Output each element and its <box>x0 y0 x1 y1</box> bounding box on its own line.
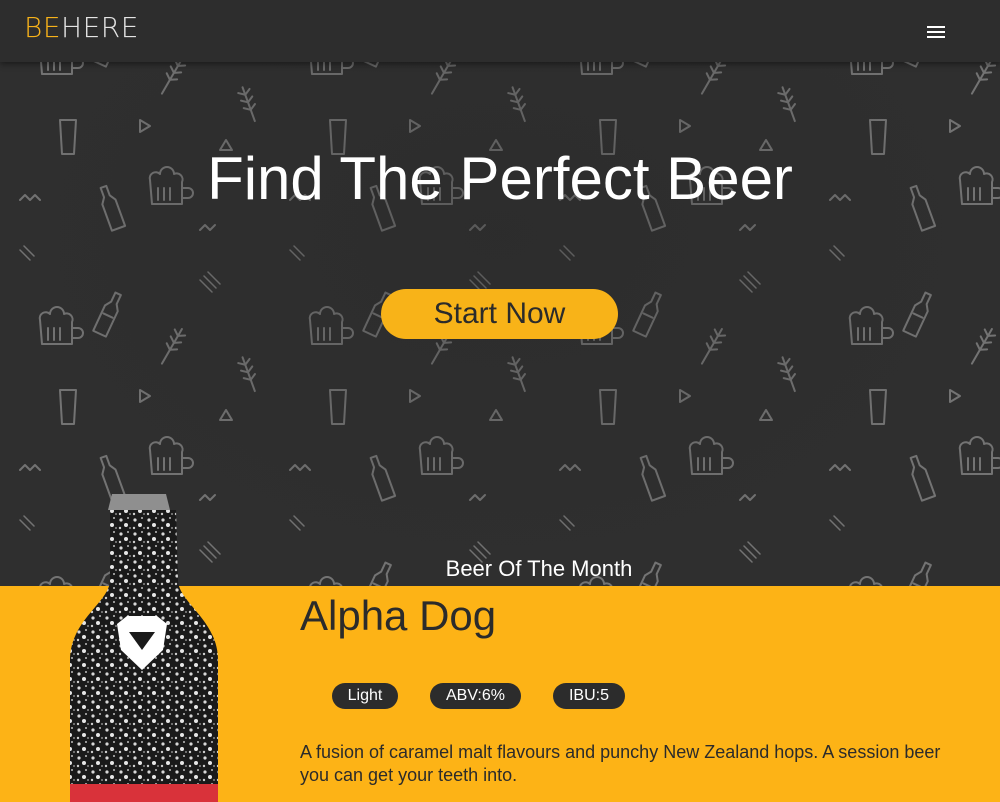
brand-logo[interactable]: BEHERE <box>24 11 139 45</box>
bottle-cap <box>108 494 170 510</box>
beer-bottle-image <box>70 494 218 802</box>
top-navbar: BEHERE <box>0 0 1000 62</box>
bottle-label <box>70 784 218 802</box>
start-now-button[interactable]: Start Now <box>381 289 618 339</box>
section-label: Beer Of The Month <box>445 556 633 581</box>
menu-line <box>927 36 945 38</box>
tag-ibu: IBU:5 <box>553 683 625 709</box>
tag-style: Light <box>332 683 398 709</box>
logo-her: HER <box>61 11 121 44</box>
hamburger-menu-icon[interactable] <box>924 23 948 41</box>
beer-name: Alpha Dog <box>300 592 497 639</box>
hero-title: Find The Perfect Beer <box>207 145 793 212</box>
logo-be: BE <box>24 11 62 44</box>
menu-line <box>927 31 945 33</box>
menu-line <box>927 26 945 28</box>
logo-e: E <box>120 11 139 44</box>
beer-description: A fusion of caramel malt flavours and pu… <box>300 742 941 785</box>
tag-abv: ABV:6% <box>430 683 521 709</box>
